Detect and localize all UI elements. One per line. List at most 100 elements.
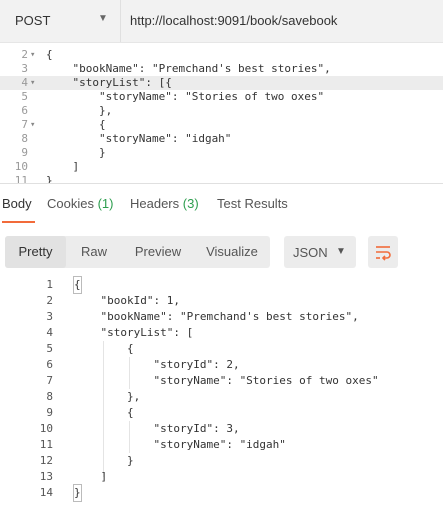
preview-button[interactable]: Preview bbox=[122, 236, 194, 268]
line-number: 3 bbox=[21, 62, 28, 75]
url-text: http://localhost:9091/book/savebook bbox=[130, 13, 338, 28]
line-number: 10 bbox=[39, 422, 53, 435]
line-number: 2 bbox=[21, 48, 28, 61]
request-line: 2 ▾ { bbox=[0, 48, 443, 62]
visualize-button[interactable]: Visualize bbox=[194, 236, 270, 268]
line-number: 5 bbox=[21, 90, 28, 103]
response-line: 1 { bbox=[0, 276, 443, 294]
code-text: { bbox=[46, 48, 53, 61]
response-line: 5 { bbox=[0, 341, 443, 357]
tab-body[interactable]: Body bbox=[2, 196, 35, 223]
request-line: 7 ▾ { bbox=[0, 118, 443, 132]
code-text: "storyId": 2, bbox=[74, 358, 240, 371]
code-text: }, bbox=[46, 104, 113, 117]
pane-divider[interactable] bbox=[0, 183, 443, 184]
code-text: "storyName": "Stories of two oxes" bbox=[46, 90, 325, 103]
response-line: 6 "storyId": 2, bbox=[0, 357, 443, 373]
format-select[interactable]: JSON ▼ bbox=[284, 236, 356, 268]
line-number: 1 bbox=[46, 278, 53, 291]
active-tab-indicator bbox=[2, 221, 35, 223]
response-line: 11 "storyName": "idgah" bbox=[0, 437, 443, 453]
line-number: 10 bbox=[14, 160, 28, 173]
code-text: { bbox=[73, 276, 82, 294]
response-line: 4 "storyList": [ bbox=[0, 325, 443, 341]
request-line: 5 "storyName": "Stories of two oxes" bbox=[0, 90, 443, 104]
request-body-editor[interactable]: 2 ▾ { 3 "bookName": "Premchand's best st… bbox=[0, 45, 443, 183]
code-text: } bbox=[46, 146, 106, 159]
response-line: 9 { bbox=[0, 405, 443, 421]
code-text: } bbox=[74, 454, 134, 467]
code-text: { bbox=[74, 406, 134, 419]
response-line: 14 } bbox=[0, 484, 443, 502]
line-number: 3 bbox=[46, 310, 53, 323]
chevron-down-icon: ▼ bbox=[98, 13, 108, 24]
response-line: 2 "bookId": 1, bbox=[0, 293, 443, 309]
fold-icon[interactable]: ▾ bbox=[30, 48, 35, 62]
request-line-active: 4 ▾ "storyList": [{ bbox=[0, 76, 443, 90]
pretty-button[interactable]: Pretty bbox=[5, 236, 66, 268]
line-number: 4 bbox=[21, 76, 28, 89]
request-line: 11 } bbox=[0, 174, 443, 183]
line-number: 14 bbox=[39, 486, 53, 499]
code-text: "storyName": "idgah" bbox=[74, 438, 286, 451]
view-mode-group: Pretty Raw Preview Visualize bbox=[5, 236, 270, 268]
tab-headers[interactable]: Headers (3) bbox=[130, 196, 199, 211]
line-number: 6 bbox=[46, 358, 53, 371]
raw-button[interactable]: Raw bbox=[66, 236, 122, 268]
wrap-lines-icon bbox=[376, 246, 391, 261]
wrap-lines-button[interactable] bbox=[368, 236, 398, 268]
line-number: 8 bbox=[46, 390, 53, 403]
response-line: 3 "bookName": "Premchand's best stories"… bbox=[0, 309, 443, 325]
tab-test-results[interactable]: Test Results bbox=[217, 196, 288, 211]
code-text: { bbox=[46, 118, 106, 131]
code-text: "bookName": "Premchand's best stories", bbox=[46, 62, 331, 75]
line-number: 9 bbox=[21, 146, 28, 159]
code-text: "storyList": [ bbox=[74, 326, 194, 339]
url-input[interactable]: http://localhost:9091/book/savebook bbox=[121, 0, 443, 42]
code-text: "storyName": "Stories of two oxes" bbox=[74, 374, 379, 387]
code-text: } bbox=[46, 174, 53, 183]
format-label: JSON bbox=[293, 245, 328, 260]
request-bar: POST ▼ http://localhost:9091/book/savebo… bbox=[0, 0, 443, 43]
code-text: }, bbox=[74, 390, 141, 403]
response-line: 12 } bbox=[0, 453, 443, 469]
fold-icon[interactable]: ▾ bbox=[30, 118, 35, 132]
code-text: "bookId": 1, bbox=[74, 294, 180, 307]
response-body: 1 { 2 "bookId": 1, 3 "bookName": "Premch… bbox=[0, 276, 443, 525]
tab-count-badge: (1) bbox=[97, 196, 114, 211]
line-number: 12 bbox=[39, 454, 53, 467]
line-number: 2 bbox=[46, 294, 53, 307]
line-number: 8 bbox=[21, 132, 28, 145]
fold-icon[interactable]: ▾ bbox=[30, 76, 35, 90]
line-number: 9 bbox=[46, 406, 53, 419]
code-text: "storyList": [{ bbox=[46, 76, 172, 89]
code-text: ] bbox=[74, 470, 108, 483]
line-number: 11 bbox=[39, 438, 53, 451]
line-number: 13 bbox=[39, 470, 53, 483]
request-line: 6 }, bbox=[0, 104, 443, 118]
code-text: "storyName": "idgah" bbox=[46, 132, 232, 145]
request-line: 10 ] bbox=[0, 160, 443, 174]
code-text: { bbox=[74, 342, 134, 355]
response-line: 7 "storyName": "Stories of two oxes" bbox=[0, 373, 443, 389]
chevron-down-icon: ▼ bbox=[336, 246, 346, 257]
line-number: 7 bbox=[46, 374, 53, 387]
tab-cookies[interactable]: Cookies (1) bbox=[47, 196, 113, 211]
method-label: POST bbox=[15, 13, 51, 28]
request-line: 9 } bbox=[0, 146, 443, 160]
code-text: "storyId": 3, bbox=[74, 422, 240, 435]
request-line: 3 "bookName": "Premchand's best stories"… bbox=[0, 62, 443, 76]
line-number: 4 bbox=[46, 326, 53, 339]
request-line: 8 "storyName": "idgah" bbox=[0, 132, 443, 146]
method-select[interactable]: POST ▼ bbox=[0, 0, 121, 42]
line-number: 11 bbox=[14, 174, 28, 183]
tab-label: Body bbox=[2, 196, 32, 211]
response-line: 10 "storyId": 3, bbox=[0, 421, 443, 437]
response-line: 8 }, bbox=[0, 389, 443, 405]
tab-label: Cookies bbox=[47, 196, 94, 211]
tab-count-badge: (3) bbox=[182, 196, 199, 211]
line-number: 6 bbox=[21, 104, 28, 117]
response-line: 13 ] bbox=[0, 469, 443, 485]
tab-label: Test Results bbox=[217, 196, 288, 211]
code-text: "bookName": "Premchand's best stories", bbox=[74, 310, 359, 323]
